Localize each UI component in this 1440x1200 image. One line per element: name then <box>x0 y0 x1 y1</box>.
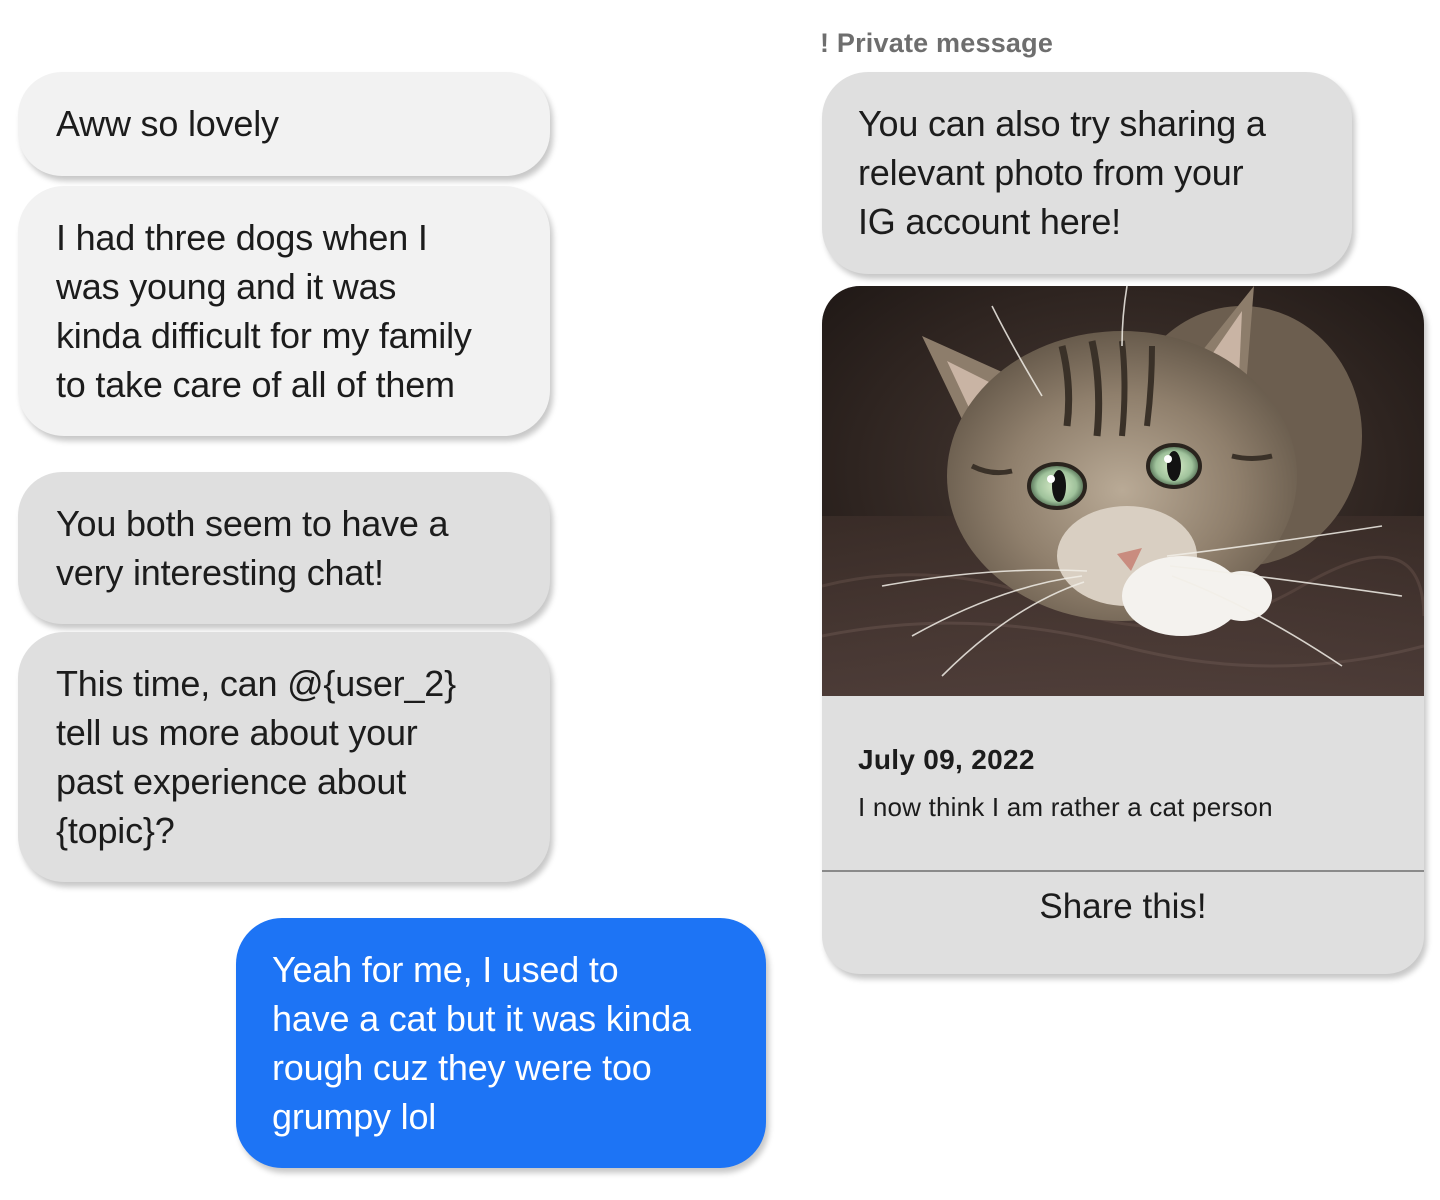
private-message-label: ! Private message <box>820 28 1054 58</box>
message-text: I had three dogs when I was young and it… <box>56 217 472 405</box>
cat-photo <box>822 286 1424 696</box>
message-text: You can also try sharing a relevant phot… <box>858 103 1266 242</box>
post-date: July 09, 2022 <box>858 744 1035 775</box>
chat-bubble-incoming: I had three dogs when I was young and it… <box>18 186 550 436</box>
ig-photo-card: July 09, 2022 I now think I am rather a … <box>822 286 1424 974</box>
chat-bubble-bot: This time, can @{user_2} tell us more ab… <box>18 632 550 882</box>
chat-bubble-outgoing: Yeah for me, I used to have a cat but it… <box>236 918 766 1168</box>
share-button[interactable]: Share this! <box>822 872 1424 974</box>
message-text: You both seem to have a very interesting… <box>56 503 449 593</box>
message-text: Aww so lovely <box>56 103 279 144</box>
chat-bubble-bot: You both seem to have a very interesting… <box>18 472 550 624</box>
private-message-bubble: You can also try sharing a relevant phot… <box>822 72 1352 274</box>
post-caption: I now think I am rather a cat person <box>858 792 1273 822</box>
chat-bubble-incoming: Aww so lovely <box>18 72 550 176</box>
message-text: Yeah for me, I used to have a cat but it… <box>272 949 691 1137</box>
message-text: This time, can @{user_2} tell us more ab… <box>56 663 456 851</box>
